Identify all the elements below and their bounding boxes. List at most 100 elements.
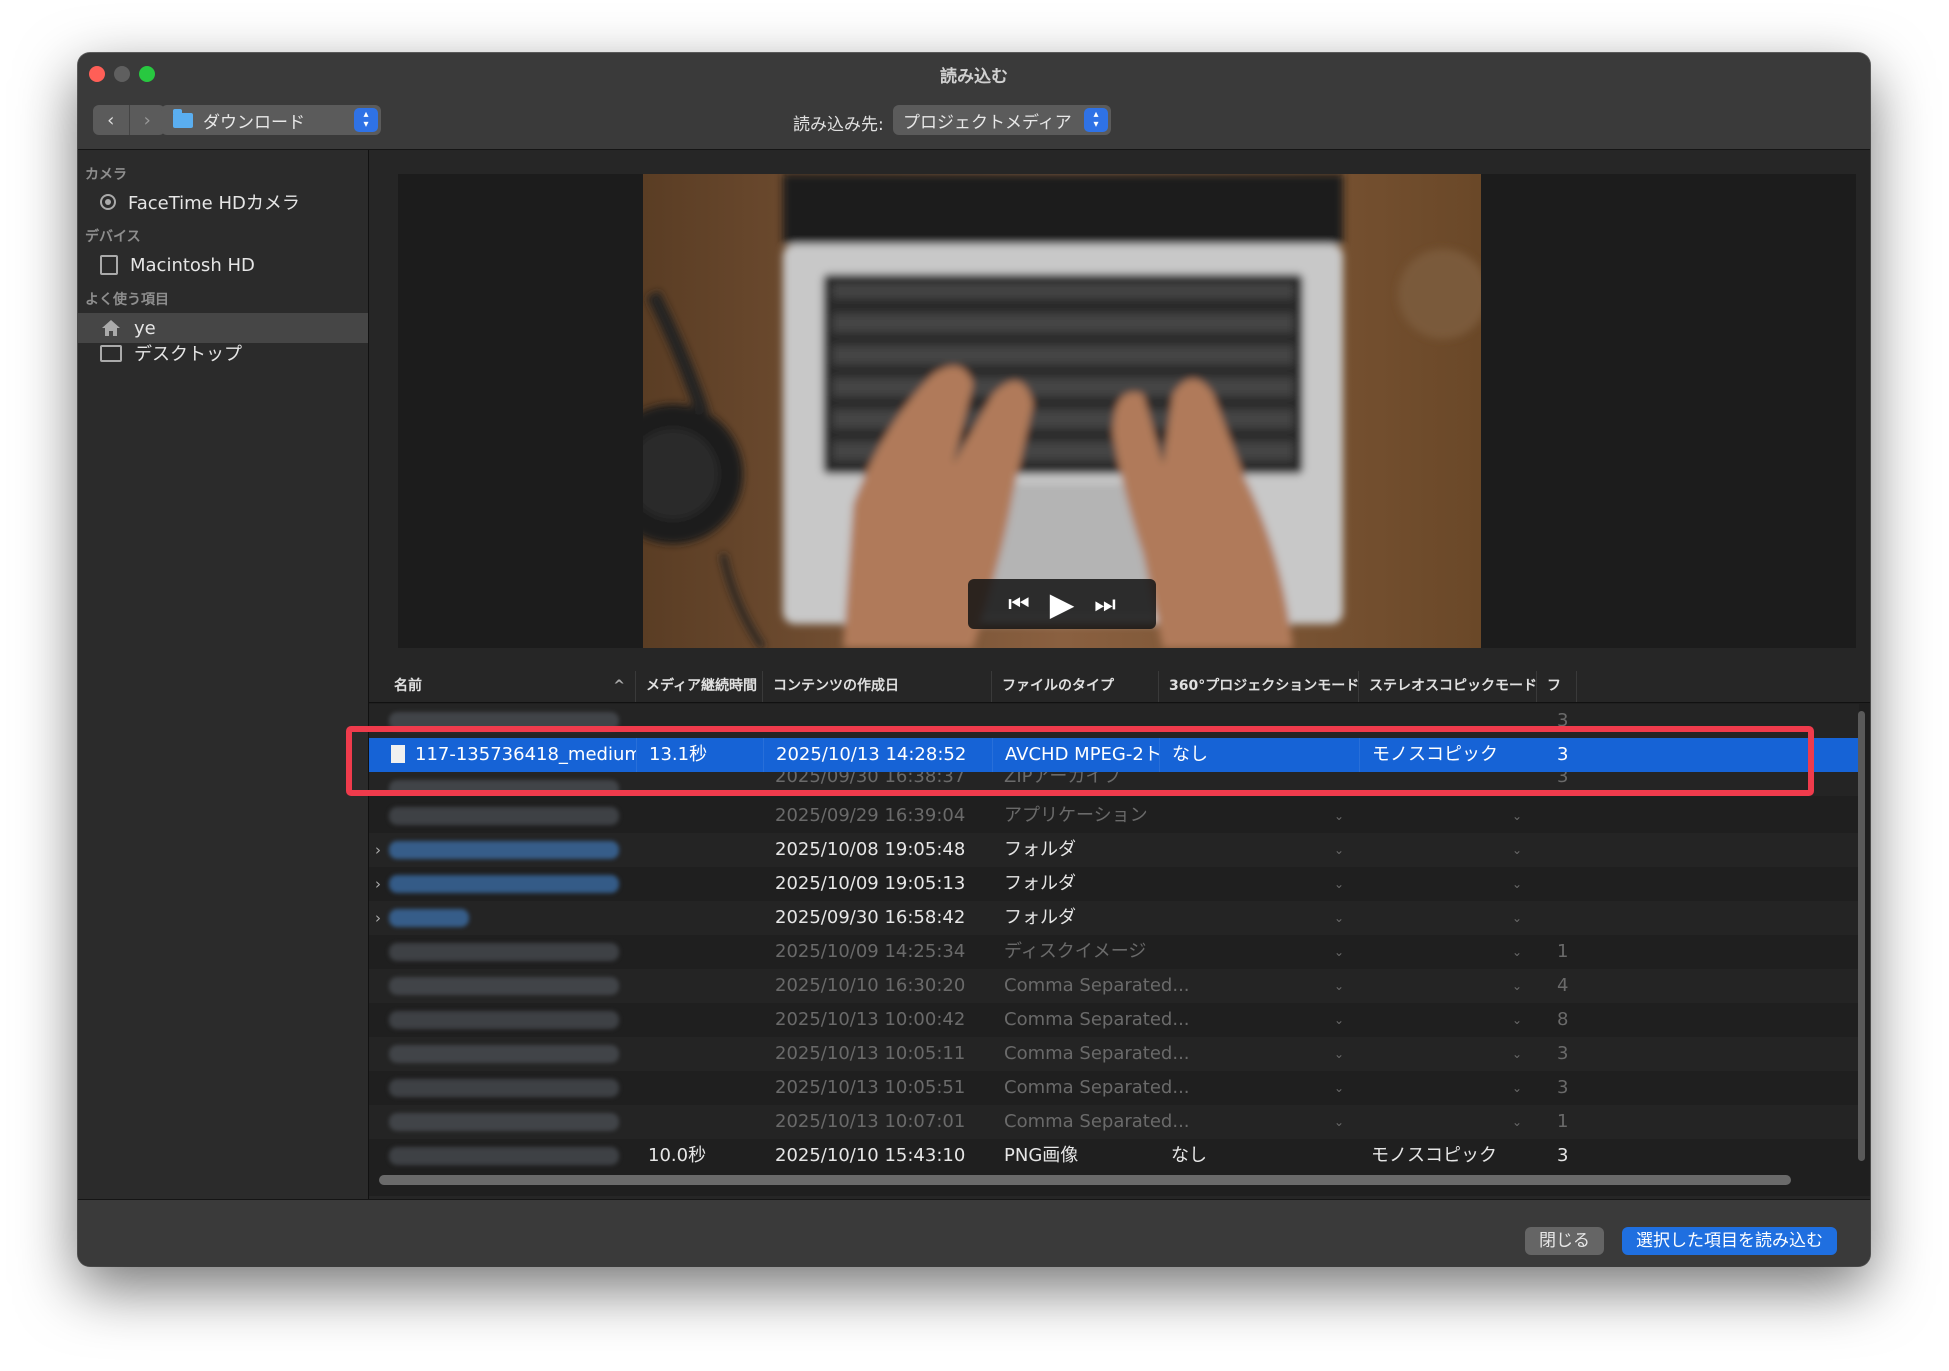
import-selected-button[interactable]: 選択した項目を読み込む — [1622, 1227, 1837, 1255]
chevron-updown-icon: ▴ ▾ — [1084, 108, 1108, 132]
location-label: ダウンロード — [203, 112, 305, 133]
sidebar-item-label: FaceTime HDカメラ — [128, 193, 300, 214]
video-preview[interactable]: ⏮ ▶ ⏭ — [643, 174, 1481, 648]
chevron-down-icon: ⌄ — [1334, 877, 1345, 891]
row-date: 2025/10/10 15:43:10 — [775, 1145, 966, 1166]
table-row[interactable]: 10.0秒 2025/10/10 15:43:10 PNG画像 なし モノスコピ… — [369, 1139, 1859, 1173]
row-projection: なし — [1171, 1145, 1207, 1166]
sidebar-header-devices: デバイス — [85, 229, 141, 245]
nav-buttons: ‹ › — [93, 105, 165, 135]
table-row[interactable]: 2025/09/29 16:39:04 アプリケーション ⌄ ⌄ — [369, 799, 1859, 833]
chevron-updown-icon: ▴ ▾ — [354, 108, 378, 132]
sidebar: カメラ FaceTime HDカメラ デバイス Macintosh HD よく使… — [78, 150, 369, 1200]
chevron-down-icon: ⌄ — [1334, 1047, 1345, 1061]
chevron-down-icon: ⌄ — [1334, 843, 1345, 857]
row-extra: 8 — [1557, 1009, 1569, 1030]
disk-icon — [100, 255, 118, 275]
disclosure-triangle-icon[interactable]: › — [375, 901, 381, 935]
table-header: 名前 ^ メディア継続時間 コンテンツの作成日 ファイルのタイプ 360°プロジ… — [369, 671, 1870, 703]
file-name-blurred — [389, 943, 619, 961]
chevron-down-icon: ⌄ — [1334, 809, 1345, 823]
table-row[interactable]: › 2025/09/30 16:58:42 フォルダ ⌄ ⌄ — [369, 901, 1859, 935]
title-bar: 読み込む ‹ › ダウンロード ▴ ▾ 読み込み先: プロジェクトメディア ▴ ▾ — [78, 53, 1870, 150]
table-row[interactable]: 2025/10/10 16:30:20 Comma Separated... ⌄… — [369, 969, 1859, 1003]
disclosure-triangle-icon[interactable]: › — [375, 833, 381, 867]
row-type: Comma Separated... — [1004, 1009, 1190, 1030]
chevron-down-icon: ⌄ — [1512, 843, 1523, 857]
column-header-name[interactable]: 名前 ^ — [369, 671, 636, 702]
column-header-duration[interactable]: メディア継続時間 — [636, 671, 763, 702]
destination-value: プロジェクトメディア — [903, 112, 1072, 133]
column-header-date[interactable]: コンテンツの作成日 — [763, 671, 992, 702]
chevron-down-icon: ⌄ — [1512, 1115, 1523, 1129]
highlight-annotation-box — [346, 726, 1814, 796]
sidebar-item-desktop[interactable]: デスクトップ — [78, 338, 368, 368]
back-button[interactable]: ‹ — [93, 105, 129, 135]
destination-popup[interactable]: プロジェクトメディア ▴ ▾ — [893, 105, 1111, 135]
chevron-down-icon: ⌄ — [1334, 945, 1345, 959]
row-date: 2025/10/13 10:05:11 — [775, 1043, 966, 1064]
sidebar-header-favorites: よく使う項目 — [85, 292, 169, 308]
sidebar-item-label: Macintosh HD — [130, 254, 255, 276]
vertical-scrollbar[interactable] — [1858, 711, 1865, 1161]
camera-icon — [100, 194, 116, 210]
table-row[interactable]: 2025/10/09 14:25:34 ディスクイメージ ⌄ ⌄ 1 — [369, 935, 1859, 969]
location-popup[interactable]: ダウンロード ▴ ▾ — [161, 105, 381, 135]
row-type: Comma Separated... — [1004, 1043, 1190, 1064]
table-row[interactable]: 2025/10/13 10:05:51 Comma Separated... ⌄… — [369, 1071, 1859, 1105]
row-extra: 1 — [1557, 1111, 1569, 1132]
row-type: アプリケーション — [1004, 805, 1148, 826]
row-type: フォルダ — [1004, 839, 1076, 860]
chevron-down-icon: ⌄ — [1334, 979, 1345, 993]
file-name-blurred — [389, 1113, 619, 1131]
disclosure-triangle-icon[interactable]: › — [375, 867, 381, 901]
chevron-down-icon: ⌄ — [1512, 945, 1523, 959]
skip-forward-icon[interactable]: ⏭ — [1094, 592, 1116, 616]
sort-ascending-icon: ^ — [613, 678, 625, 694]
row-date: 2025/10/08 19:05:48 — [775, 839, 966, 860]
chevron-down-icon: ⌄ — [1334, 1081, 1345, 1095]
file-name-blurred — [389, 807, 619, 825]
video-frame-image — [643, 174, 1481, 648]
column-header-360-projection[interactable]: 360°プロジェクションモード — [1159, 671, 1359, 702]
play-icon[interactable]: ▶ — [1050, 588, 1075, 620]
row-date: 2025/10/13 10:00:42 — [775, 1009, 966, 1030]
table-row[interactable]: 2025/10/13 10:05:11 Comma Separated... ⌄… — [369, 1037, 1859, 1071]
chevron-down-icon: ⌄ — [1512, 877, 1523, 891]
folder-name-blurred — [389, 875, 619, 893]
row-date: 2025/10/13 10:07:01 — [775, 1111, 966, 1132]
chevron-down-icon: ⌄ — [1334, 1115, 1345, 1129]
forward-button[interactable]: › — [128, 105, 166, 135]
table-row[interactable]: › 2025/10/08 19:05:48 フォルダ ⌄ ⌄ — [369, 833, 1859, 867]
folder-name-blurred — [389, 909, 469, 927]
row-date: 2025/09/30 16:58:42 — [775, 907, 966, 928]
chevron-down-icon: ⌄ — [1512, 911, 1523, 925]
row-extra: 3 — [1557, 1043, 1569, 1064]
column-header-type[interactable]: ファイルのタイプ — [992, 671, 1159, 702]
chevron-down-icon: ⌄ — [1512, 979, 1523, 993]
table-row[interactable]: 2025/10/13 10:00:42 Comma Separated... ⌄… — [369, 1003, 1859, 1037]
table-row[interactable]: › 2025/10/09 19:05:13 フォルダ ⌄ ⌄ — [369, 867, 1859, 901]
row-type: Comma Separated... — [1004, 1077, 1190, 1098]
row-duration: 10.0秒 — [648, 1145, 707, 1166]
folder-icon — [173, 108, 193, 128]
folder-name-blurred — [389, 841, 619, 859]
column-header-more[interactable]: フ — [1537, 671, 1577, 702]
row-type: フォルダ — [1004, 873, 1076, 894]
close-button[interactable]: 閉じる — [1525, 1227, 1604, 1255]
file-name-blurred — [389, 977, 619, 995]
desktop-icon — [100, 344, 122, 362]
sidebar-item-label: デスクトップ — [134, 344, 242, 365]
row-extra: 1 — [1557, 941, 1569, 962]
column-header-stereoscopic[interactable]: ステレオスコピックモード — [1359, 671, 1537, 702]
sidebar-item-facetime-camera[interactable]: FaceTime HDカメラ — [78, 187, 368, 217]
transport-controls: ⏮ ▶ ⏭ — [968, 579, 1156, 629]
file-name-blurred — [389, 1147, 619, 1165]
table-row[interactable]: 2025/10/13 10:07:01 Comma Separated... ⌄… — [369, 1105, 1859, 1139]
horizontal-scrollbar[interactable] — [379, 1175, 1791, 1185]
bottom-bar: 閉じる 選択した項目を読み込む — [78, 1199, 1870, 1266]
sidebar-item-macintosh-hd[interactable]: Macintosh HD — [78, 250, 368, 280]
row-type: PNG画像 — [1004, 1145, 1079, 1166]
destination-label: 読み込み先: — [793, 115, 884, 135]
skip-back-icon[interactable]: ⏮ — [1008, 592, 1030, 616]
